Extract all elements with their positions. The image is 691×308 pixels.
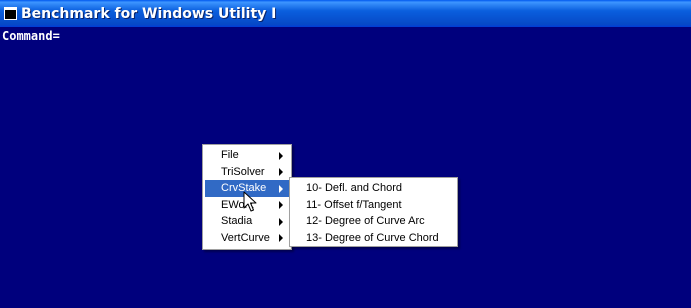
submenu-item-label: 13- Degree of Curve Chord: [306, 231, 439, 244]
menu-item-file[interactable]: File: [205, 147, 289, 164]
window-title: Benchmark for Windows Utility I: [21, 5, 277, 22]
menu-item-label: Stadia: [221, 215, 253, 227]
submenu-arrow-icon: [279, 168, 283, 176]
submenu-item-degree-curve-chord[interactable]: 13- Degree of Curve Chord: [292, 230, 455, 247]
submenu-arrow-icon: [279, 217, 283, 226]
menu-item-vertcurve[interactable]: VertCurve: [205, 230, 289, 247]
submenu-item-label: 11- Offset f/Tangent: [306, 198, 402, 211]
menu-item-trisolver[interactable]: TriSolver: [205, 164, 289, 181]
submenu-item-offset-tangent[interactable]: 11- Offset f/Tangent: [292, 197, 455, 214]
menu-item-label: TriSolver: [221, 165, 265, 178]
submenu-arrow-icon: [279, 151, 283, 160]
menu-item-label: File: [221, 149, 239, 161]
submenu-item-label: 10- Defl. and Chord: [306, 182, 402, 194]
mouse-pointer-icon: [243, 191, 257, 212]
submenu-arrow-icon: [279, 184, 283, 193]
console-window-icon[interactable]: [4, 7, 17, 20]
app-window: Benchmark for Windows Utility I Command=…: [0, 0, 691, 308]
crvstake-submenu: 10- Defl. and Chord 11- Offset f/Tangent…: [289, 177, 458, 247]
title-bar[interactable]: Benchmark for Windows Utility I: [0, 0, 691, 27]
submenu-arrow-icon: [279, 234, 283, 242]
submenu-arrow-icon: [279, 201, 283, 209]
submenu-item-degree-curve-arc[interactable]: 12- Degree of Curve Arc: [292, 213, 455, 230]
menu-item-stadia[interactable]: Stadia: [205, 213, 289, 230]
menu-item-label: VertCurve: [221, 231, 270, 244]
command-prompt: Command=: [2, 29, 60, 43]
submenu-item-defl-chord[interactable]: 10- Defl. and Chord: [292, 180, 455, 197]
console-area[interactable]: Command=: [0, 27, 691, 308]
submenu-item-label: 12- Degree of Curve Arc: [306, 215, 425, 227]
